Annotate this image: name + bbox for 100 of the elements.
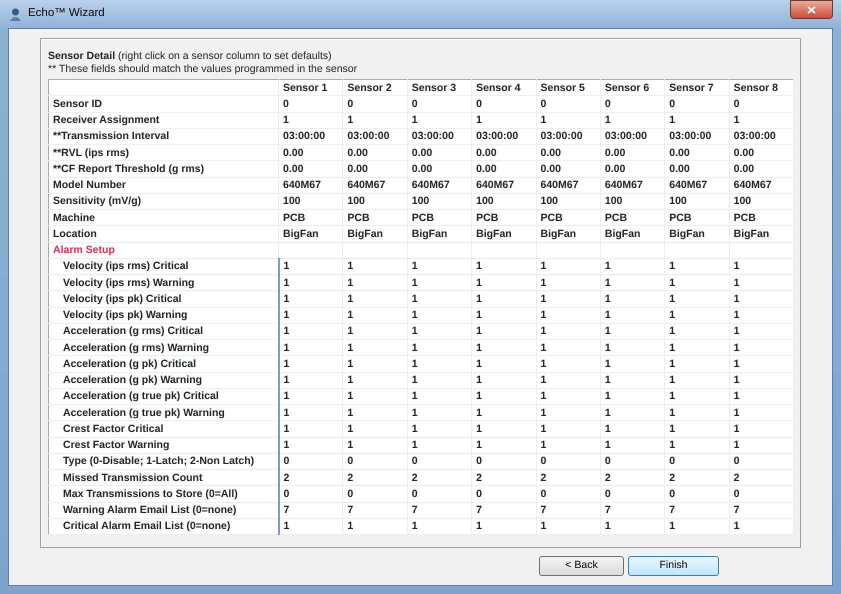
table-cell[interactable]: 1 [729,307,794,324]
table-cell[interactable]: 03:00:00 [472,128,536,144]
table-cell[interactable]: 640M67 [536,177,600,194]
table-cell[interactable]: 1 [342,372,408,388]
table-cell[interactable]: 640M67 [278,177,343,194]
table-cell[interactable]: 0 [278,453,343,470]
table-cell[interactable]: 7 [536,502,600,518]
table-cell[interactable]: 640M67 [664,177,730,194]
table-cell[interactable]: 0 [536,96,600,112]
table-cell[interactable]: 640M67 [472,177,536,194]
table-cell[interactable]: 0 [664,486,730,502]
table-cell[interactable]: 1 [278,307,343,324]
table-cell[interactable]: 1 [342,420,408,437]
table-cell[interactable]: 0.00 [664,144,730,161]
table-cell[interactable]: 1 [278,258,343,274]
table-cell[interactable]: 1 [536,258,600,274]
table-cell[interactable]: 1 [600,323,665,340]
table-cell[interactable]: PCB [664,210,730,226]
table-cell[interactable]: 03:00:00 [664,128,730,144]
table-cell[interactable]: 0 [278,486,343,502]
table-cell[interactable]: 7 [278,502,343,518]
table-cell[interactable]: 1 [407,437,472,454]
table-cell[interactable]: BigFan [729,226,794,242]
table-cell[interactable]: 1 [278,518,343,534]
table-cell[interactable]: 1 [729,112,794,128]
table-cell[interactable]: 2 [536,470,600,486]
table-cell[interactable]: 1 [664,323,730,340]
table-cell[interactable]: 0.00 [729,160,794,177]
table-cell[interactable]: 03:00:00 [278,128,343,144]
table-cell[interactable]: 1 [600,356,665,372]
table-cell[interactable]: 1 [600,258,665,274]
table-cell[interactable]: PCB [342,210,408,226]
table-cell[interactable]: 1 [664,420,730,437]
table-cell[interactable]: 1 [472,340,536,356]
table-cell[interactable]: 640M67 [729,177,794,194]
table-cell[interactable]: 0 [472,453,536,470]
table-cell[interactable]: 1 [729,437,794,454]
table-cell[interactable]: 0 [472,486,536,502]
table-cell[interactable]: 2 [472,470,536,486]
table-cell[interactable]: 1 [472,372,536,388]
table-cell[interactable]: 0 [600,96,665,112]
table-cell[interactable]: 1 [278,437,343,454]
table-cell[interactable]: 0 [600,453,665,470]
table-cell[interactable]: 1 [278,112,343,128]
table-cell[interactable]: 0 [342,96,408,112]
table-cell[interactable]: 0 [664,453,730,470]
table-cell[interactable]: 100 [536,193,600,210]
table-cell[interactable]: 1 [407,274,472,291]
table-cell[interactable]: 1 [472,437,536,454]
back-button[interactable]: < Back [539,556,624,576]
table-cell[interactable]: 03:00:00 [342,128,408,144]
table-cell[interactable]: 1 [729,420,794,437]
table-cell[interactable]: BigFan [278,226,343,242]
table-cell[interactable]: 1 [729,388,794,404]
table-cell[interactable]: 1 [729,356,794,372]
table-cell[interactable]: 0.00 [472,144,536,161]
table-cell[interactable]: 1 [536,274,600,291]
table-cell[interactable]: 1 [472,258,536,274]
table-cell[interactable]: 7 [407,502,472,518]
table-cell[interactable]: BigFan [536,226,600,242]
table-cell[interactable]: 03:00:00 [600,128,665,144]
table-cell[interactable]: 1 [472,420,536,437]
table-cell[interactable]: 0 [600,486,665,502]
table-cell[interactable]: 1 [407,372,472,388]
table-cell[interactable]: PCB [472,210,536,226]
table-cell[interactable]: 1 [536,290,600,307]
table-cell[interactable]: 1 [407,518,472,534]
table-cell[interactable]: 1 [472,274,536,291]
table-cell[interactable]: 2 [342,470,408,486]
table-cell[interactable]: 03:00:00 [536,128,600,144]
table-cell[interactable]: 1 [536,340,600,356]
table-cell[interactable]: 0 [407,96,472,112]
table-cell[interactable]: 1 [600,372,665,388]
table-cell[interactable]: 1 [664,518,730,534]
table-cell[interactable]: 640M67 [407,177,472,194]
table-cell[interactable]: 1 [536,404,600,421]
table-cell[interactable]: 1 [278,356,343,372]
table-cell[interactable]: 1 [407,258,472,274]
table-cell[interactable]: 0.00 [407,144,472,161]
table-cell[interactable]: 1 [472,323,536,340]
table-cell[interactable]: 2 [729,470,794,486]
finish-button[interactable]: Finish [628,556,719,576]
table-cell[interactable]: 1 [342,404,408,421]
table-cell[interactable]: 1 [278,404,343,421]
table-cell[interactable]: 1 [536,372,600,388]
table-cell[interactable]: 0 [407,486,472,502]
table-cell[interactable]: 1 [278,290,343,307]
table-cell[interactable]: 0.00 [536,144,600,161]
table-cell[interactable]: 1 [407,404,472,421]
table-cell[interactable]: 1 [536,356,600,372]
table-cell[interactable]: 1 [600,388,665,404]
table-cell[interactable]: 1 [729,258,794,274]
table-cell[interactable]: 0.00 [664,160,730,177]
table-cell[interactable]: 1 [536,388,600,404]
table-cell[interactable]: 1 [729,518,794,534]
table-cell[interactable]: 1 [472,356,536,372]
table-cell[interactable]: 1 [664,404,730,421]
table-cell[interactable]: 0 [536,486,600,502]
table-cell[interactable]: 1 [664,356,730,372]
table-cell[interactable]: 0 [664,96,730,112]
